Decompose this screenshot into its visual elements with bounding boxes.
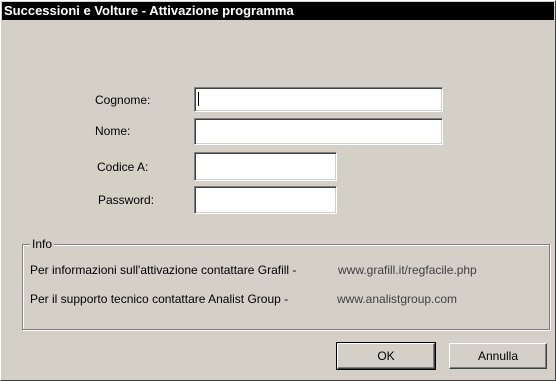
cognome-input[interactable] — [194, 87, 443, 112]
window-title: Successioni e Volture - Attivazione prog… — [2, 2, 554, 20]
cancel-button[interactable]: Annulla — [449, 343, 547, 369]
cognome-label: Cognome: — [95, 93, 151, 107]
password-label: Password: — [98, 193, 155, 207]
info-activation-text: Per informazioni sull'attivazione contat… — [30, 263, 297, 277]
password-input[interactable] — [194, 186, 337, 214]
codice-label: Codice A: — [97, 160, 149, 174]
info-support-text: Per il supporto tecnico contattare Anali… — [30, 292, 289, 306]
nome-label: Nome: — [95, 124, 131, 138]
info-support-url: www.analistgroup.com — [337, 292, 458, 306]
ok-button[interactable]: OK — [336, 342, 436, 370]
info-legend: Info — [30, 237, 55, 251]
text-caret — [198, 92, 199, 106]
info-activation-url: www.grafill.it/regfacile.php — [338, 263, 477, 277]
codice-input[interactable] — [194, 152, 337, 181]
nome-input[interactable] — [194, 118, 443, 145]
info-groupbox — [22, 244, 550, 330]
